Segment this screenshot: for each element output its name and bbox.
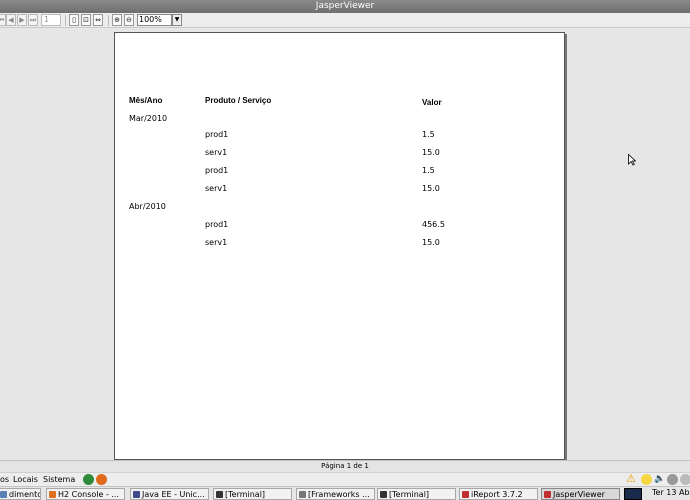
window-title: JasperViewer bbox=[315, 1, 375, 11]
volume-icon[interactable]: 🔈 bbox=[654, 474, 665, 485]
report-viewer[interactable]: Mês/Ano Produto / Serviço Valor Mar/2010… bbox=[0, 29, 690, 460]
desktop-panel: os Locais Sistema ⚠ 🔈 bbox=[0, 472, 690, 486]
warning-icon[interactable]: ⚠ bbox=[626, 473, 638, 485]
row-value: 15.0 bbox=[422, 184, 440, 193]
last-page-icon[interactable]: ⏭ bbox=[28, 14, 38, 26]
task-label: JasperViewer bbox=[553, 490, 605, 499]
next-page-icon[interactable]: ▶ bbox=[17, 14, 27, 26]
previous-page-icon[interactable]: ◀ bbox=[6, 14, 16, 26]
row-product: serv1 bbox=[205, 148, 228, 157]
app-icon bbox=[462, 491, 469, 498]
row-value: 456.5 bbox=[422, 220, 445, 229]
network-icon[interactable] bbox=[667, 474, 678, 485]
fit-page-icon[interactable]: ⊡ bbox=[81, 14, 91, 26]
task-label: dimento ... bbox=[9, 490, 41, 499]
power-icon[interactable] bbox=[680, 474, 690, 485]
chrome-icon[interactable] bbox=[83, 474, 94, 485]
chevron-down-icon[interactable]: ▼ bbox=[172, 14, 182, 26]
row-product: prod1 bbox=[205, 130, 229, 139]
task-label: H2 Console - ... bbox=[58, 490, 120, 499]
terminal-icon bbox=[216, 491, 223, 498]
firefox-icon[interactable] bbox=[96, 474, 107, 485]
row-value: 1.5 bbox=[422, 130, 435, 139]
row-product: prod1 bbox=[205, 166, 229, 175]
zoom-select[interactable]: 100% bbox=[137, 14, 172, 26]
group-label: Abr/2010 bbox=[129, 202, 166, 211]
toolbar: ⏮ ◀ ▶ ⏭ 1 ▯ ⊡ ⇔ ⊕ ⊖ 100% ▼ bbox=[0, 13, 690, 28]
actual-size-icon[interactable]: ▯ bbox=[69, 14, 79, 26]
app-icon bbox=[0, 491, 7, 498]
toolbar-separator bbox=[108, 15, 109, 26]
task-label: iReport 3.7.2 bbox=[471, 490, 523, 499]
window-title-bar: JasperViewer bbox=[0, 0, 690, 13]
terminal-icon bbox=[380, 491, 387, 498]
row-product: serv1 bbox=[205, 184, 228, 193]
page-indicator: Página 1 de 1 bbox=[321, 462, 369, 470]
task-button[interactable]: H2 Console - ... bbox=[46, 488, 125, 500]
row-value: 15.0 bbox=[422, 148, 440, 157]
task-button[interactable]: Java EE - Unic... bbox=[130, 488, 209, 500]
workspace-switcher[interactable] bbox=[624, 488, 642, 500]
clock[interactable]: Ter 13 Abr bbox=[652, 487, 690, 499]
fit-width-icon[interactable]: ⇔ bbox=[93, 14, 103, 26]
group-label: Mar/2010 bbox=[129, 114, 168, 123]
menu-system[interactable]: Sistema bbox=[43, 473, 75, 486]
status-bar: Página 1 de 1 bbox=[0, 460, 690, 472]
row-value: 15.0 bbox=[422, 238, 440, 247]
mouse-pointer-icon bbox=[628, 154, 636, 166]
menu-places[interactable]: Locais bbox=[13, 473, 38, 486]
toolbar-separator bbox=[65, 15, 66, 26]
task-button[interactable]: [Terminal] bbox=[377, 488, 456, 500]
app-icon bbox=[133, 491, 140, 498]
task-label: Java EE - Unic... bbox=[142, 490, 205, 499]
header-product: Produto / Serviço bbox=[205, 96, 272, 105]
taskbar: dimento ... H2 Console - ... Java EE - U… bbox=[0, 486, 690, 500]
menu-applications[interactable]: os bbox=[0, 473, 9, 486]
app-icon bbox=[544, 491, 551, 498]
report-page: Mês/Ano Produto / Serviço Valor Mar/2010… bbox=[114, 32, 565, 460]
task-button[interactable]: [Frameworks ... bbox=[296, 488, 375, 500]
app-icon bbox=[49, 491, 56, 498]
zoom-in-icon[interactable]: ⊕ bbox=[112, 14, 122, 26]
row-product: serv1 bbox=[205, 238, 228, 247]
task-label: [Terminal] bbox=[225, 490, 266, 499]
header-month: Mês/Ano bbox=[129, 96, 163, 105]
page-number-input[interactable]: 1 bbox=[41, 14, 61, 26]
row-value: 1.5 bbox=[422, 166, 435, 175]
row-product: prod1 bbox=[205, 220, 229, 229]
task-button-active[interactable]: JasperViewer bbox=[541, 488, 620, 500]
header-value: Valor bbox=[422, 98, 442, 107]
task-label: [Terminal] bbox=[389, 490, 430, 499]
task-button[interactable]: iReport 3.7.2 bbox=[459, 488, 538, 500]
task-label: [Frameworks ... bbox=[308, 490, 370, 499]
zoom-out-icon[interactable]: ⊖ bbox=[124, 14, 134, 26]
task-button[interactable]: [Terminal] bbox=[213, 488, 292, 500]
app-icon bbox=[299, 491, 306, 498]
notification-icon[interactable] bbox=[641, 474, 652, 485]
task-button[interactable]: dimento ... bbox=[0, 488, 41, 500]
